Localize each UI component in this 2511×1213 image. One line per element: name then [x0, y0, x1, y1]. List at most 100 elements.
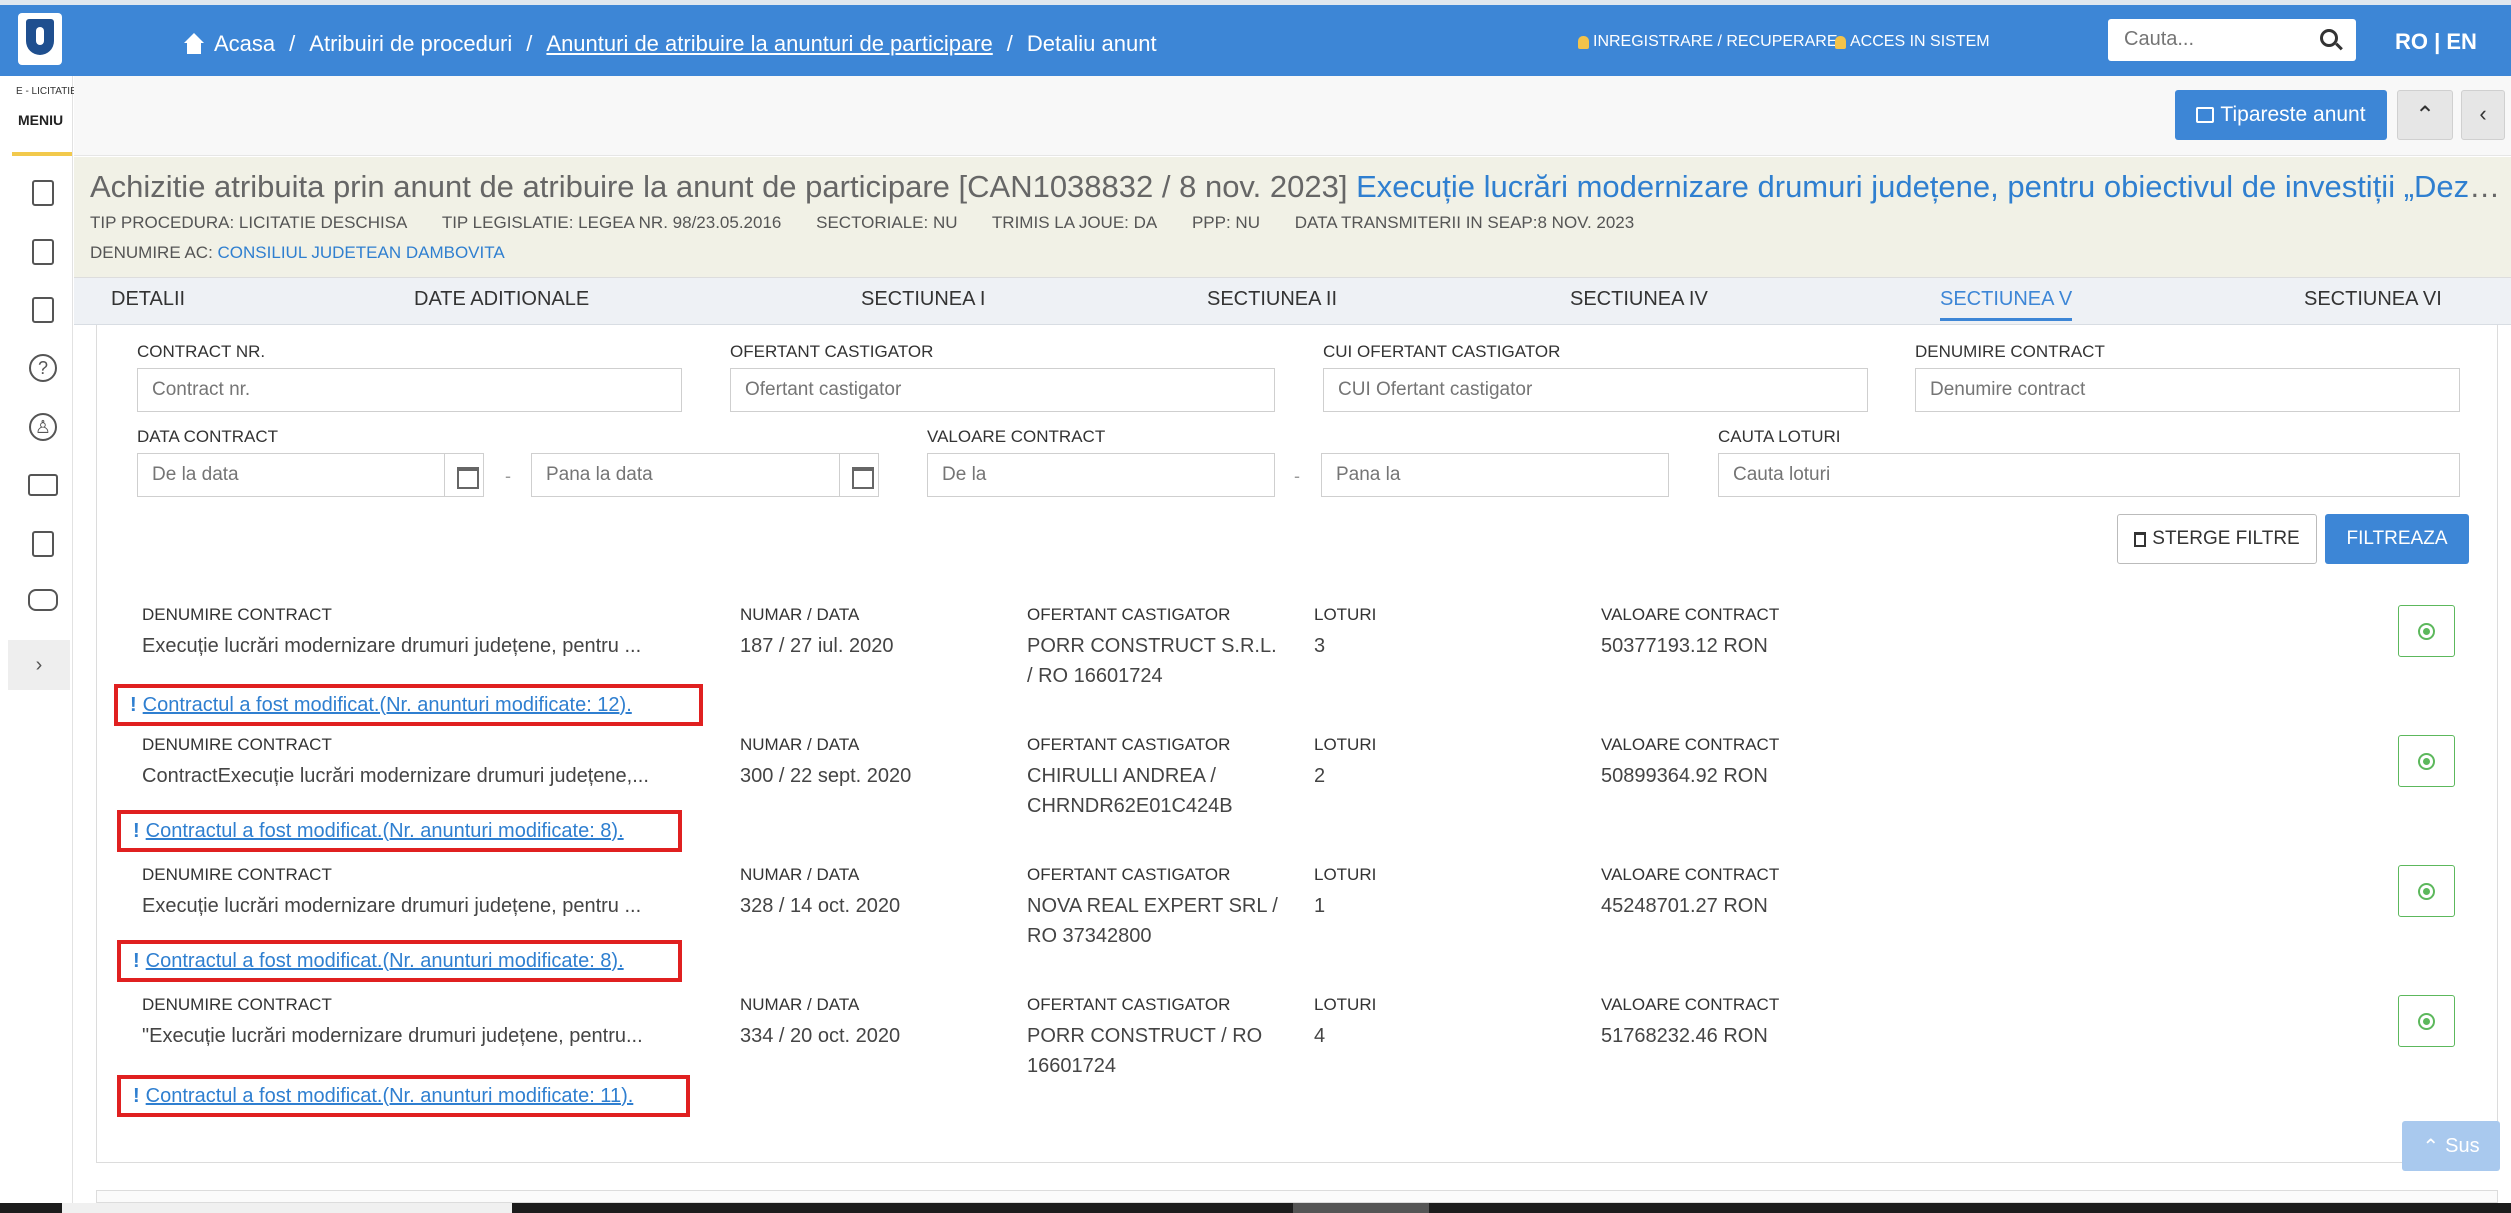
view-contract-button[interactable]	[2398, 735, 2455, 787]
sidebar-expand-button[interactable]: ›	[8, 640, 70, 690]
col-loturi-label: LOTURI	[1314, 995, 1377, 1014]
contract-ofertant: PORR CONSTRUCT / RO 16601724	[1027, 1025, 1263, 1077]
col-valoare-label: VALOARE CONTRACT	[1601, 865, 1780, 884]
apply-filters-button[interactable]: FILTREAZA	[2325, 514, 2469, 564]
back-button[interactable]: ‹	[2461, 90, 2505, 140]
tab-sectiunea-v[interactable]: SECTIUNEA V	[1940, 288, 2073, 321]
filter-valoare-from-input[interactable]	[927, 453, 1275, 497]
register-link[interactable]: INREGISTRARE / RECUPERARE	[1578, 33, 1837, 51]
clear-filters-label: STERGE FILTRE	[2152, 528, 2300, 549]
section-tabs: DETALII DATE ADITIONALE SECTIUNEA I SECT…	[74, 278, 2511, 325]
help-icon[interactable]: ?	[26, 351, 60, 385]
breadcrumb-separator: /	[289, 31, 296, 56]
seap-logo[interactable]	[18, 13, 62, 65]
user-tree-icon[interactable]: ♙	[26, 410, 60, 444]
filter-data-from-input[interactable]	[137, 453, 484, 497]
notice-title-link[interactable]: Execuție lucrări modernizare drumuri jud…	[1356, 169, 2505, 204]
tab-detalii[interactable]: DETALII	[111, 288, 185, 311]
scroll-top-button[interactable]: ⌃ Sus	[2402, 1121, 2500, 1171]
sidebar-menu-title: MENIU	[18, 112, 64, 128]
breadcrumb-home[interactable]: Acasa	[214, 31, 275, 57]
id-card-icon[interactable]	[26, 468, 60, 502]
col-numar-label: NUMAR / DATA	[740, 865, 860, 884]
filter-valoare-to-input[interactable]	[1321, 453, 1669, 497]
filter-data-label: DATA CONTRACT	[137, 427, 279, 446]
calendar-icon[interactable]	[444, 453, 484, 497]
tab-sectiunea-ii[interactable]: SECTIUNEA II	[1207, 288, 1337, 311]
col-valoare-label: VALOARE CONTRACT	[1601, 735, 1780, 754]
home-icon[interactable]	[182, 33, 206, 55]
contract-loturi: 3	[1314, 635, 1326, 657]
tab-sectiunea-i[interactable]: SECTIUNEA I	[861, 288, 985, 311]
calendar-icon[interactable]	[839, 453, 879, 497]
contract-modified-link[interactable]: Contractul a fost modificat.(Nr. anuntur…	[146, 1085, 634, 1108]
tab-sectiunea-iv[interactable]: SECTIUNEA IV	[1570, 288, 1708, 311]
document-icon[interactable]	[26, 176, 60, 210]
list-arrow-icon[interactable]	[26, 235, 60, 269]
meta-joue: TRIMIS LA JOUE: DA	[991, 213, 1158, 232]
filter-cui-input[interactable]	[1323, 368, 1868, 412]
search-box	[2108, 19, 2356, 61]
collapse-up-button[interactable]: ⌃	[2397, 90, 2453, 140]
print-button[interactable]: Tipareste anunt	[2175, 90, 2387, 140]
login-link[interactable]: ACCES IN SISTEM	[1835, 33, 1990, 51]
contract-numar: 187 / 27 iul. 2020	[740, 635, 894, 657]
breadcrumb-separator: /	[1006, 31, 1013, 56]
tab-sectiunea-vi[interactable]: SECTIUNEA VI	[2304, 288, 2442, 311]
view-contract-button[interactable]	[2398, 995, 2455, 1047]
col-denumire-label: DENUMIRE CONTRACT	[142, 605, 332, 624]
contract-modified-link[interactable]: Contractul a fost modificat.(Nr. anuntur…	[143, 694, 632, 717]
shield-icon	[26, 19, 54, 55]
col-loturi-label: LOTURI	[1314, 605, 1377, 624]
user-icon	[1578, 35, 1589, 49]
ac-link[interactable]: CONSILIUL JUDETEAN DAMBOVITA	[218, 243, 505, 262]
range-dash: -	[505, 466, 511, 486]
filter-loturi-input[interactable]	[1718, 453, 2460, 497]
col-valoare-label: VALOARE CONTRACT	[1601, 605, 1780, 624]
filter-denumire-input[interactable]	[1915, 368, 2460, 412]
search-icon[interactable]	[2320, 29, 2338, 47]
meta-legislation: TIP LEGISLATIE: LEGEA NR. 98/23.05.2016	[441, 213, 782, 232]
contract-numar: 334 / 20 oct. 2020	[740, 1025, 901, 1047]
filter-contract-nr-input[interactable]	[137, 368, 682, 412]
filter-valoare-label: VALOARE CONTRACT	[927, 427, 1106, 446]
language-switch[interactable]: RO | EN	[2395, 29, 2477, 55]
view-contract-button[interactable]	[2398, 865, 2455, 917]
contract-loturi: 2	[1314, 765, 1326, 787]
chat-icon[interactable]	[26, 585, 60, 619]
contract-ofertant: PORR CONSTRUCT S.R.L. / RO 16601724	[1027, 635, 1277, 687]
filter-data-to-input[interactable]	[531, 453, 879, 497]
col-ofertant-label: OFERTANT CASTIGATOR	[1027, 995, 1231, 1014]
filter-ofertant-label: OFERTANT CASTIGATOR	[730, 342, 934, 361]
contract-denumire: Execuție lucrări modernizare drumuri jud…	[142, 635, 642, 657]
contract-loturi: 4	[1314, 1025, 1326, 1047]
os-taskbar	[0, 1203, 2511, 1213]
breadcrumb-anunturi[interactable]: Anunturi de atribuire la anunturi de par…	[546, 31, 992, 57]
filter-ofertant-input[interactable]	[730, 368, 1275, 412]
tab-date-aditionale[interactable]: DATE ADITIONALE	[414, 288, 589, 311]
view-contract-button[interactable]	[2398, 605, 2455, 657]
filter-denumire-label: DENUMIRE CONTRACT	[1915, 342, 2105, 361]
contract-denumire: Execuție lucrări modernizare drumuri jud…	[142, 895, 642, 917]
col-numar-label: NUMAR / DATA	[740, 995, 860, 1014]
breadcrumb-current: Detaliu anunt	[1026, 31, 1157, 56]
contract-modified-link[interactable]: Contractul a fost modificat.(Nr. anuntur…	[146, 950, 624, 973]
archive-icon[interactable]	[26, 527, 60, 561]
eye-icon	[2418, 623, 2435, 640]
col-denumire-label: DENUMIRE CONTRACT	[142, 865, 332, 884]
clipboard-check-icon[interactable]	[26, 293, 60, 327]
exclamation-icon: !	[133, 1084, 140, 1107]
contract-loturi: 1	[1314, 895, 1326, 917]
clear-filters-button[interactable]: STERGE FILTRE	[2117, 514, 2317, 564]
col-numar-label: NUMAR / DATA	[740, 735, 860, 754]
breadcrumb-separator: /	[526, 31, 533, 56]
col-denumire-label: DENUMIRE CONTRACT	[142, 735, 332, 754]
meta-send-date: DATA TRANSMITERII IN SEAP:8 NOV. 2023	[1294, 213, 1635, 232]
search-input[interactable]	[2108, 19, 2298, 59]
breadcrumb-atribuiri[interactable]: Atribuiri de proceduri	[309, 31, 512, 57]
contract-valoare: 50377193.12 RON	[1601, 635, 1768, 657]
contract-modified-link[interactable]: Contractul a fost modificat.(Nr. anuntur…	[146, 820, 624, 843]
register-label: INREGISTRARE / RECUPERARE	[1593, 33, 1838, 50]
login-label: ACCES IN SISTEM	[1850, 33, 1990, 50]
eye-icon	[2418, 1013, 2435, 1030]
